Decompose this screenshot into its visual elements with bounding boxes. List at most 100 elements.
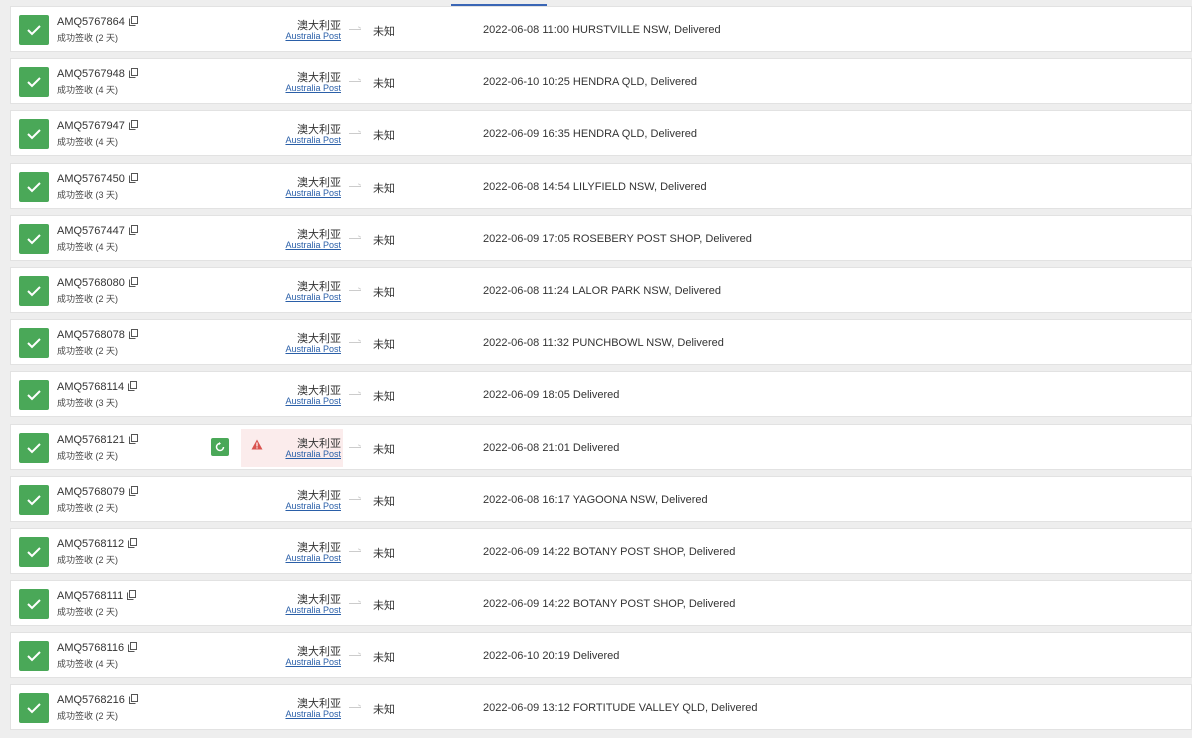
route-arrow-icon	[349, 446, 361, 448]
delivered-check-icon[interactable]	[19, 275, 49, 306]
delivery-status: 成功签收 (4 天)	[57, 659, 119, 670]
delivery-status: 成功签收 (4 天)	[57, 85, 119, 96]
carrier-cell: 澳大利亚 Australia Post	[241, 428, 343, 467]
delivered-check-icon[interactable]	[19, 223, 49, 254]
delivered-check-icon[interactable]	[19, 641, 49, 672]
tracking-number: AMQ5768080	[57, 276, 125, 289]
copy-icon[interactable]	[128, 16, 138, 29]
route-arrow-icon	[349, 133, 361, 135]
carrier-link[interactable]: Australia Post	[285, 396, 341, 406]
carrier-cell: 澳大利亚 Australia Post	[241, 115, 343, 153]
shipment-row[interactable]: AMQ5767447 成功签收 (4 天) 澳大利亚 Australia Pos…	[10, 214, 1192, 261]
copy-icon[interactable]	[127, 590, 137, 603]
copy-icon[interactable]	[128, 694, 138, 707]
delivered-check-icon[interactable]	[19, 432, 49, 463]
latest-event: 2022-06-10 10:25 HENDRA QLD, Delivered	[483, 76, 698, 89]
delivery-status: 成功签收 (4 天)	[57, 241, 119, 252]
copy-icon[interactable]	[128, 381, 138, 394]
copy-icon[interactable]	[128, 537, 138, 551]
delivered-check-icon[interactable]	[19, 328, 49, 359]
destination-status: 未知	[373, 234, 395, 247]
carrier-link[interactable]: Australia Post	[285, 188, 341, 198]
carrier-link[interactable]: Australia Post	[285, 657, 341, 667]
tracking-number-cell: AMQ5767447	[57, 224, 138, 238]
shipment-row[interactable]: AMQ5768080 成功签收 (2 天) 澳大利亚 Australia Pos…	[10, 266, 1192, 313]
carrier-link[interactable]: Australia Post	[285, 240, 341, 250]
carrier-link[interactable]: Australia Post	[285, 449, 341, 459]
carrier-cell: 澳大利亚 Australia Post	[241, 63, 343, 101]
shipment-row[interactable]: AMQ5768112 成功签收 (2 天) 澳大利亚 Australia Pos…	[10, 527, 1192, 574]
shipment-row[interactable]: AMQ5768111 成功签收 (2 天) 澳大利亚 Australia Pos…	[10, 580, 1192, 627]
route-arrow-icon	[349, 185, 361, 187]
delivery-status: 成功签收 (4 天)	[57, 137, 119, 148]
carrier-link[interactable]: Australia Post	[285, 553, 341, 563]
warning-icon[interactable]	[251, 437, 263, 455]
tracking-number: AMQ5767447	[57, 224, 125, 237]
carrier-link[interactable]: Australia Post	[285, 292, 341, 302]
copy-icon[interactable]	[128, 329, 138, 342]
destination-status: 未知	[373, 78, 395, 91]
tracking-number: AMQ5768078	[57, 329, 125, 342]
delivery-status: 成功签收 (3 天)	[57, 189, 119, 200]
latest-event: 2022-06-09 14:22 BOTANY POST SHOP, Deliv…	[483, 545, 736, 558]
copy-icon[interactable]	[128, 433, 138, 447]
carrier-link[interactable]: Australia Post	[285, 135, 341, 145]
latest-event: 2022-06-09 14:22 BOTANY POST SHOP, Deliv…	[483, 598, 736, 611]
delivered-check-icon[interactable]	[19, 693, 49, 724]
shipment-row[interactable]: AMQ5768216 成功签收 (2 天) 澳大利亚 Australia Pos…	[10, 684, 1192, 731]
latest-event: 2022-06-08 16:17 YAGOONA NSW, Delivered	[483, 493, 708, 506]
carrier-link[interactable]: Australia Post	[285, 605, 341, 615]
delivery-status: 成功签收 (2 天)	[57, 33, 119, 43]
tracking-number: AMQ5768114	[57, 381, 125, 394]
tracking-number-cell: AMQ5768112	[57, 537, 138, 551]
copy-icon[interactable]	[128, 224, 138, 238]
shipment-row[interactable]: AMQ5768079 成功签收 (2 天) 澳大利亚 Australia Pos…	[10, 475, 1192, 522]
shipment-row[interactable]: AMQ5767948 成功签收 (4 天) 澳大利亚 Australia Pos…	[10, 58, 1192, 105]
carrier-cell: 澳大利亚 Australia Post	[241, 272, 343, 310]
copy-icon[interactable]	[128, 276, 138, 290]
latest-event: 2022-06-09 17:05 ROSEBERY POST SHOP, Del…	[483, 232, 752, 245]
route-arrow-icon	[349, 498, 361, 500]
delivered-check-icon[interactable]	[19, 484, 49, 515]
delivered-check-icon[interactable]	[19, 536, 49, 567]
tracking-number: AMQ5768112	[57, 537, 125, 550]
delivered-check-icon[interactable]	[19, 171, 49, 202]
tracking-number-cell: AMQ5767948	[57, 68, 138, 81]
shipment-row[interactable]: AMQ5768116 成功签收 (4 天) 澳大利亚 Australia Pos…	[10, 632, 1192, 679]
carrier-link[interactable]: Australia Post	[285, 31, 341, 41]
shipment-row[interactable]: AMQ5768121 成功签收 (2 天) 澳大利亚 Australia Pos…	[10, 423, 1192, 470]
carrier-link[interactable]: Australia Post	[285, 83, 341, 93]
copy-icon[interactable]	[128, 485, 138, 499]
copy-icon[interactable]	[128, 642, 138, 655]
tracking-number: AMQ5768121	[57, 433, 125, 446]
shipment-row[interactable]: AMQ5767947 成功签收 (4 天) 澳大利亚 Australia Pos…	[10, 110, 1192, 157]
route-arrow-icon	[349, 237, 361, 239]
shipment-row[interactable]: AMQ5767864 成功签收 (2 天) 澳大利亚 Australia Pos…	[10, 6, 1192, 52]
copy-icon[interactable]	[128, 120, 138, 133]
carrier-cell: 澳大利亚 Australia Post	[241, 637, 343, 675]
delivered-check-icon[interactable]	[19, 67, 49, 98]
delivered-check-icon[interactable]	[19, 119, 49, 150]
tracking-number-cell: AMQ5768114	[57, 381, 138, 394]
destination-status: 未知	[373, 495, 395, 508]
tracking-number: AMQ5768079	[57, 485, 125, 498]
carrier-link[interactable]: Australia Post	[285, 344, 341, 354]
latest-event: 2022-06-08 11:00 HURSTVILLE NSW, Deliver…	[483, 24, 721, 36]
delivery-status: 成功签收 (2 天)	[57, 450, 119, 461]
carrier-link[interactable]: Australia Post	[285, 709, 341, 719]
carrier-link[interactable]: Australia Post	[285, 501, 341, 511]
copy-icon[interactable]	[128, 172, 138, 186]
copy-icon[interactable]	[128, 68, 138, 81]
delivered-check-icon[interactable]	[19, 15, 49, 45]
delivery-status: 成功签收 (2 天)	[57, 711, 119, 722]
tracking-number: AMQ5768111	[57, 590, 124, 603]
sync-icon[interactable]	[211, 437, 229, 456]
delivered-check-icon[interactable]	[19, 589, 49, 620]
shipment-row[interactable]: AMQ5768114 成功签收 (3 天) 澳大利亚 Australia Pos…	[10, 371, 1192, 418]
shipment-row[interactable]: AMQ5768078 成功签收 (2 天) 澳大利亚 Australia Pos…	[10, 319, 1192, 366]
tracking-number: AMQ5768116	[57, 642, 125, 655]
shipment-row[interactable]: AMQ5767450 成功签收 (3 天) 澳大利亚 Australia Pos…	[10, 162, 1192, 209]
carrier-cell: 澳大利亚 Australia Post	[241, 689, 343, 727]
latest-event: 2022-06-10 20:19 Delivered	[483, 650, 620, 663]
delivered-check-icon[interactable]	[19, 380, 49, 411]
